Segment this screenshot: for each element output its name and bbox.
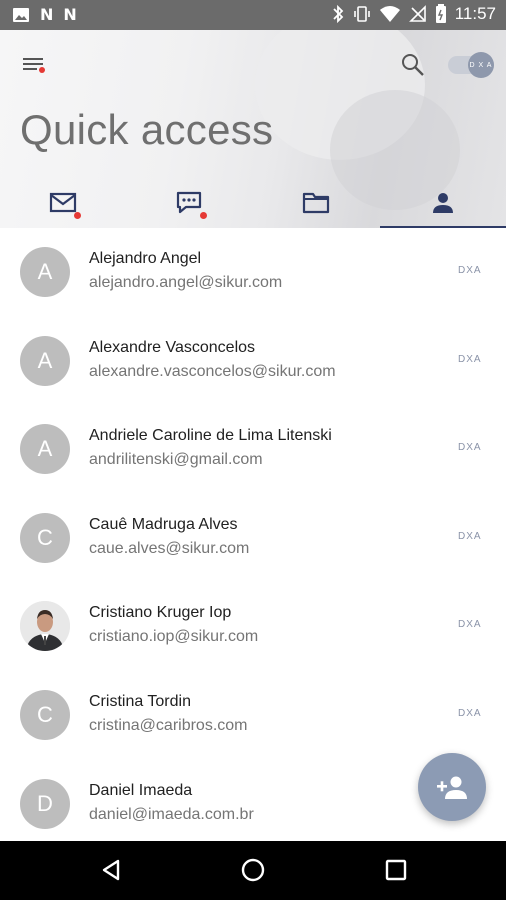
contact-email: cristina@caribros.com [89, 716, 248, 734]
recents-button[interactable] [381, 855, 411, 885]
home-button[interactable] [238, 855, 268, 885]
battery-icon [435, 4, 446, 23]
menu-button[interactable] [20, 52, 48, 80]
notification-dot [74, 212, 81, 219]
contact-name: Cauê Madruga Alves [89, 515, 238, 533]
contact-row[interactable]: A Alexandre Vasconcelos alexandre.vascon… [0, 318, 506, 407]
contact-email: alexandre.vasconcelos@sikur.com [89, 362, 336, 380]
wifi-icon [379, 6, 400, 22]
avatar: C [20, 512, 70, 563]
dxa-badge: DXA [458, 265, 482, 276]
tab-chat[interactable] [126, 178, 252, 228]
contact-name: Andriele Caroline de Lima Litenski [89, 427, 332, 445]
bluetooth-icon [333, 4, 343, 24]
dxa-toggle[interactable]: D X A [448, 52, 496, 78]
menu-icon [23, 58, 45, 73]
search-button[interactable] [400, 52, 426, 78]
back-button[interactable] [96, 855, 126, 885]
vibrate-icon [353, 6, 370, 22]
avatar: A [20, 247, 70, 297]
search-icon [402, 54, 424, 76]
contact-email: caue.alves@sikur.com [89, 539, 250, 557]
home-icon [241, 858, 265, 882]
avatar: A [20, 424, 70, 475]
avatar: D [20, 778, 70, 829]
person-photo-icon [20, 601, 70, 652]
avatar: C [20, 689, 70, 740]
dxa-badge: DXA [458, 707, 482, 719]
image-icon [13, 8, 29, 22]
contact-row[interactable]: C Cristina Tordin cristina@caribros.com … [0, 672, 506, 761]
notification-n-icon: N [40, 5, 54, 24]
mail-icon [49, 192, 77, 213]
dxa-badge: DXA [458, 442, 482, 454]
toggle-label: D X A [469, 61, 493, 69]
app-header: D X A Quick access [0, 30, 506, 228]
contact-email: cristiano.iop@sikur.com [89, 628, 259, 646]
tab-bar [0, 178, 506, 228]
contact-email: daniel@imaeda.com.br [89, 805, 254, 823]
tab-files[interactable] [253, 178, 379, 228]
contact-email: andrilitenski@gmail.com [89, 451, 263, 469]
clock: 11:57 [454, 4, 496, 23]
navigation-bar [0, 841, 506, 900]
notification-dot [200, 212, 207, 219]
contact-list: A Alejandro Angel alejandro.angel@sikur.… [0, 229, 506, 849]
folder-icon [302, 192, 330, 214]
notification-n-icon: N [63, 5, 77, 24]
dxa-badge: DXA [458, 619, 482, 631]
add-contact-button[interactable] [418, 753, 486, 821]
add-person-icon [437, 776, 467, 799]
page-title: Quick access [20, 106, 274, 153]
contact-name: Cristina Tordin [89, 692, 191, 710]
contact-row[interactable]: C Cauê Madruga Alves caue.alves@sikur.co… [0, 495, 506, 584]
contact-name: Alejandro Angel [89, 250, 202, 267]
contact-name: Alexandre Vasconcelos [89, 338, 256, 356]
status-bar: N N 11:57 [0, 0, 506, 30]
chat-icon [176, 191, 202, 214]
tab-mail[interactable] [0, 178, 126, 228]
contact-name: Daniel Imaeda [89, 781, 193, 799]
back-icon [102, 859, 120, 881]
recents-icon [385, 859, 407, 881]
contact-row[interactable]: A Alejandro Angel alejandro.angel@sikur.… [0, 229, 506, 318]
contact-name: Cristiano Kruger Iop [89, 604, 232, 622]
contact-email: alejandro.angel@sikur.com [89, 274, 283, 291]
contact-row[interactable]: A Andriele Caroline de Lima Litenski and… [0, 406, 506, 495]
dxa-badge: DXA [458, 353, 482, 365]
toggle-thumb: D X A [468, 52, 494, 78]
avatar-photo [20, 601, 70, 652]
tab-contacts[interactable] [380, 178, 506, 228]
person-icon [433, 193, 453, 213]
dxa-badge: DXA [458, 530, 482, 542]
contact-row[interactable]: Cristiano Kruger Iop cristiano.iop@sikur… [0, 583, 506, 672]
signal-icon [408, 5, 426, 22]
avatar: A [20, 335, 70, 386]
